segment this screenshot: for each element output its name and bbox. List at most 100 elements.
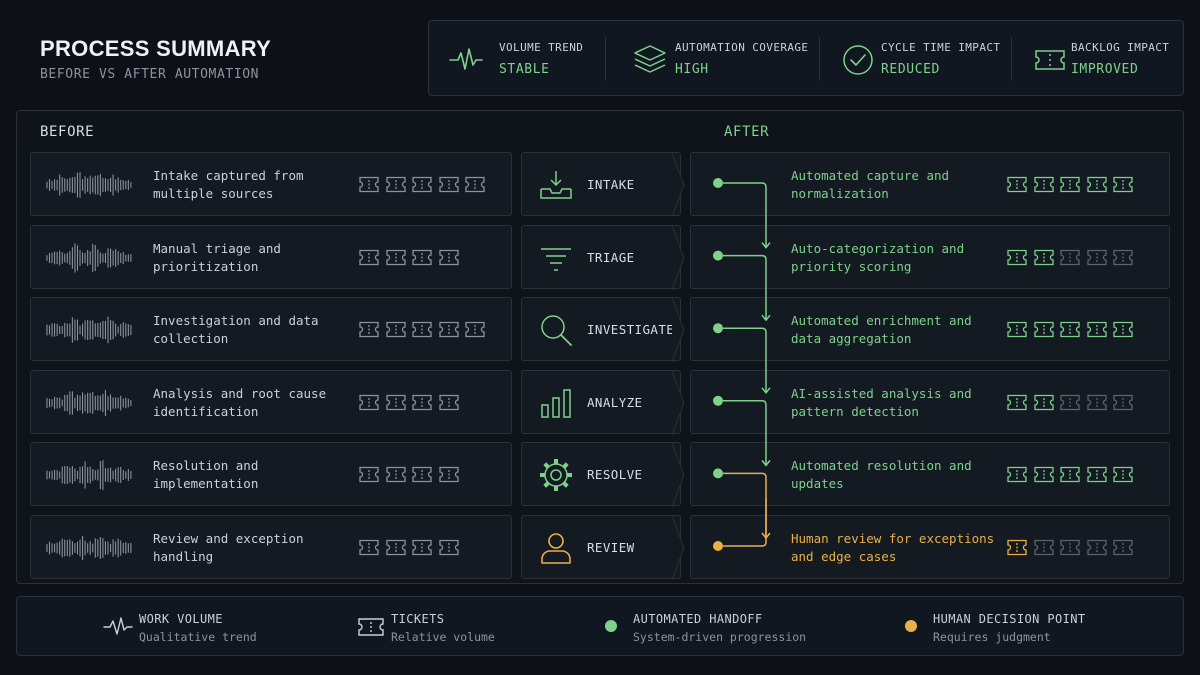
stage-investigate: INVESTIGATE bbox=[521, 297, 685, 363]
ticket-icon bbox=[1113, 322, 1133, 338]
page-title: PROCESS SUMMARY bbox=[40, 36, 272, 61]
ticket-icon bbox=[358, 618, 384, 636]
ticket-icon bbox=[359, 322, 379, 338]
ticket-icon bbox=[385, 176, 406, 193]
ticket-icon bbox=[1086, 539, 1107, 556]
ticket-icon bbox=[359, 467, 379, 483]
ticket-icon bbox=[385, 249, 406, 265]
kpi-value: IMPROVED bbox=[1071, 62, 1139, 77]
ticket-icon bbox=[1035, 50, 1065, 70]
inbox-download-icon bbox=[540, 171, 572, 199]
ticket-icon bbox=[1086, 176, 1107, 193]
bar-chart-icon bbox=[541, 389, 571, 418]
stage-analyze: ANALYZE bbox=[521, 369, 685, 435]
kpi-label: AUTOMATION COVERAGE bbox=[675, 41, 809, 54]
kpi-automation-coverage: AUTOMATION COVERAGE HIGH bbox=[613, 21, 819, 97]
kpi-label: CYCLE TIME IMPACT bbox=[881, 41, 1001, 54]
ticket-icon bbox=[1033, 467, 1054, 483]
human-decision-dot bbox=[713, 541, 723, 551]
ticket-icon bbox=[1007, 467, 1027, 483]
chevron-right-icon bbox=[672, 443, 685, 508]
chevron-right-icon bbox=[672, 370, 685, 435]
work-volume-waveform bbox=[46, 172, 132, 198]
kpi-value: REDUCED bbox=[881, 62, 940, 77]
handoff-flow bbox=[713, 178, 771, 551]
before-step-text: Intake captured from multiple sources bbox=[153, 168, 304, 201]
before-step-text: Investigation and data collection bbox=[153, 313, 319, 347]
kpi-value: HIGH bbox=[675, 62, 709, 77]
before-step-card: Investigation and data collection bbox=[30, 297, 512, 362]
ticket-icon bbox=[438, 176, 459, 193]
chevron-right-icon bbox=[672, 153, 685, 217]
handoff-connector bbox=[723, 254, 767, 321]
chevron-right-icon bbox=[672, 516, 685, 580]
ticket-icon bbox=[465, 176, 485, 193]
ticket-icon bbox=[1060, 249, 1080, 265]
legend-title: TICKETS bbox=[391, 612, 445, 626]
before-step-text: Resolution and implementation bbox=[153, 458, 259, 492]
handoff-connector bbox=[723, 400, 767, 466]
before-step-text: Review and exception handling bbox=[153, 531, 304, 564]
legend-automated-handoff: AUTOMATED HANDOFF System-driven progress… bbox=[605, 597, 885, 657]
ticket-icon bbox=[1086, 249, 1107, 265]
gear-icon bbox=[540, 459, 572, 492]
kpi-label: VOLUME TREND bbox=[499, 41, 584, 54]
after-column-heading: AFTER bbox=[724, 124, 770, 140]
kpi-backlog-impact: BACKLOG IMPACT IMPROVED bbox=[1013, 21, 1185, 97]
ticket-icon bbox=[1060, 394, 1080, 410]
stage-triage: TRIAGE bbox=[521, 224, 685, 290]
ticket-icon bbox=[385, 467, 406, 483]
ticket-icon bbox=[1060, 176, 1080, 193]
search-icon bbox=[541, 315, 572, 347]
ticket-icon bbox=[1007, 394, 1027, 410]
after-step-text: AI-assisted analysis and pattern detecti… bbox=[791, 385, 972, 419]
filter-icon bbox=[541, 247, 571, 271]
stage-label: INVESTIGATE bbox=[587, 322, 675, 338]
automated-handoff-dot bbox=[713, 468, 723, 479]
ticket-icon bbox=[1113, 539, 1133, 556]
ticket-icon bbox=[359, 249, 379, 265]
ticket-icon bbox=[412, 322, 432, 338]
stage-label: RESOLVE bbox=[587, 467, 643, 483]
legend-subtitle: Requires judgment bbox=[933, 630, 1051, 644]
ticket-icon bbox=[412, 467, 432, 483]
ticket-icon bbox=[359, 394, 379, 410]
ticket-icon bbox=[1033, 539, 1054, 556]
legend-title: HUMAN DECISION POINT bbox=[933, 612, 1086, 626]
ticket-icon bbox=[1007, 249, 1027, 265]
pulse-icon bbox=[103, 617, 133, 635]
ticket-icon bbox=[438, 322, 459, 338]
ticket-icon bbox=[1113, 249, 1133, 265]
before-step-card: Resolution and implementation bbox=[30, 442, 512, 507]
automated-handoff-dot bbox=[713, 178, 723, 188]
pulse-icon bbox=[449, 48, 483, 70]
ticket-icon bbox=[1060, 467, 1080, 483]
kpi-volume-trend: VOLUME TREND STABLE bbox=[429, 21, 605, 97]
human-connector bbox=[723, 498, 767, 547]
page-subtitle: BEFORE VS AFTER AUTOMATION bbox=[40, 67, 260, 82]
ticket-icon bbox=[1007, 322, 1027, 338]
after-step-text: Automated enrichment and data aggregatio… bbox=[791, 313, 972, 347]
handoff-connector bbox=[723, 182, 767, 248]
after-step-text: Automated resolution and updates bbox=[791, 458, 972, 492]
kpi-panel: VOLUME TREND STABLE AUTOMATION COVERAGE … bbox=[428, 20, 1184, 96]
before-column-heading: BEFORE bbox=[40, 124, 95, 140]
ticket-icon bbox=[438, 467, 459, 483]
before-step-card: Review and exception handling bbox=[30, 515, 512, 579]
work-volume-waveform bbox=[46, 460, 132, 491]
ticket-icon bbox=[412, 394, 432, 410]
green-dot-icon bbox=[605, 620, 617, 632]
ticket-icon bbox=[1007, 539, 1027, 556]
ticket-icon bbox=[1113, 394, 1133, 410]
legend-subtitle: Relative volume bbox=[391, 630, 495, 644]
ticket-icon bbox=[1113, 467, 1133, 483]
ticket-icon bbox=[1060, 322, 1080, 338]
ticket-icon bbox=[1086, 322, 1107, 338]
ticket-icon bbox=[385, 539, 406, 556]
before-step-card: Manual triage and prioritization bbox=[30, 224, 512, 289]
legend-subtitle: System-driven progression bbox=[633, 630, 807, 644]
legend-panel: WORK VOLUME Qualitative trend TICKETS Re… bbox=[16, 596, 1184, 656]
ticket-icon bbox=[412, 539, 432, 556]
ticket-icon bbox=[1086, 394, 1107, 410]
stage-label: TRIAGE bbox=[587, 249, 635, 265]
